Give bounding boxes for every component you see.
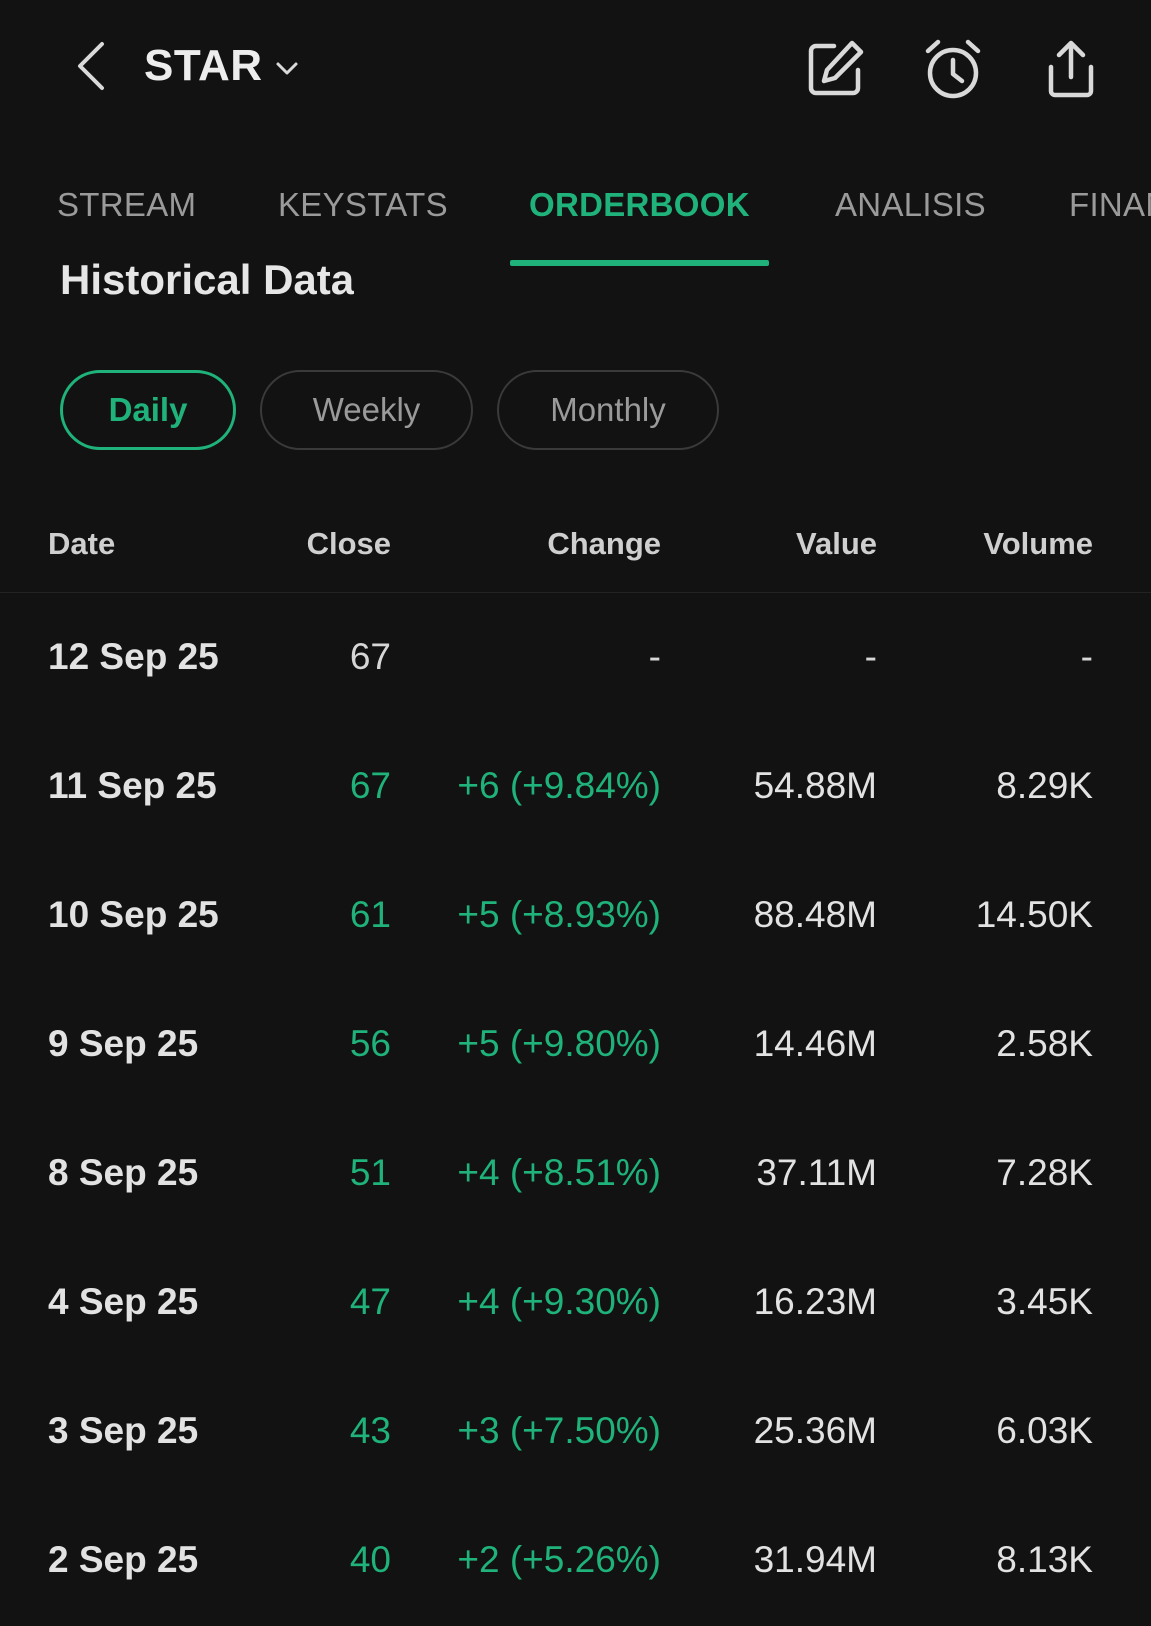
tab-keystats[interactable]: KEYSTATS — [278, 186, 448, 224]
cell-value: 14.46M — [753, 1023, 877, 1064]
cell-date: 3 Sep 25 — [48, 1410, 199, 1451]
cell-close: 56 — [349, 1023, 391, 1064]
cell-value: 31.94M — [753, 1539, 877, 1580]
cell-volume: 3.45K — [996, 1281, 1093, 1322]
chevron-down-icon — [275, 61, 299, 77]
cell-date: 8 Sep 25 — [48, 1152, 199, 1193]
cell-close: 51 — [349, 1152, 391, 1193]
cell-value: - — [864, 636, 877, 677]
table-header: Date Close Change Value Volume — [0, 512, 1151, 593]
tab-analisis[interactable]: ANALISIS — [835, 186, 986, 224]
back-button[interactable] — [68, 38, 114, 94]
cell-volume: 7.28K — [996, 1152, 1093, 1193]
edit-button[interactable] — [800, 34, 870, 104]
cell-volume: 6.03K — [996, 1410, 1093, 1451]
cell-close: 47 — [349, 1281, 391, 1322]
cell-value: 54.88M — [753, 765, 877, 806]
column-header-close: Close — [306, 526, 391, 561]
cell-close: 67 — [349, 636, 391, 677]
alarm-icon — [925, 39, 981, 99]
cell-date: 2 Sep 25 — [48, 1539, 199, 1580]
table-row[interactable]: 4 Sep 25 47 +4 (+9.30%) 16.23M 3.45K — [0, 1239, 1151, 1368]
ticker-symbol: STAR — [144, 41, 263, 90]
cell-date: 12 Sep 25 — [48, 636, 219, 677]
cell-close: 61 — [349, 894, 391, 935]
cell-close: 43 — [349, 1410, 391, 1451]
cell-date: 10 Sep 25 — [48, 894, 219, 935]
cell-volume: 14.50K — [975, 894, 1093, 935]
chevron-left-icon — [78, 42, 104, 90]
column-header-date: Date — [48, 526, 116, 561]
cell-change: +6 (+9.84%) — [457, 765, 661, 806]
cell-change: +5 (+9.80%) — [457, 1023, 661, 1064]
column-header-volume: Volume — [983, 526, 1093, 561]
top-bar: STAR — [0, 0, 1151, 130]
cell-volume: 8.29K — [996, 765, 1093, 806]
historical-data-table: 12 Sep 25 67 - - - 11 Sep 25 67 +6 (+9.8… — [0, 594, 1151, 1626]
cell-value: 88.48M — [753, 894, 877, 935]
table-row[interactable]: 10 Sep 25 61 +5 (+8.93%) 88.48M 14.50K — [0, 852, 1151, 981]
period-weekly-button[interactable]: Weekly — [260, 370, 473, 450]
share-button[interactable] — [1036, 34, 1106, 104]
period-monthly-button[interactable]: Monthly — [497, 370, 719, 450]
table-row[interactable]: 2 Sep 25 40 +2 (+5.26%) 31.94M 8.13K — [0, 1497, 1151, 1626]
cell-volume: 2.58K — [996, 1023, 1093, 1064]
cell-date: 4 Sep 25 — [48, 1281, 199, 1322]
cell-value: 37.11M — [756, 1152, 877, 1193]
edit-icon — [808, 40, 864, 96]
cell-date: 11 Sep 25 — [48, 765, 217, 806]
cell-value: 16.23M — [753, 1281, 877, 1322]
period-daily-button[interactable]: Daily — [60, 370, 236, 450]
alarm-button[interactable] — [918, 34, 988, 104]
share-icon — [1048, 40, 1094, 98]
cell-change: +2 (+5.26%) — [457, 1539, 661, 1580]
cell-change: - — [648, 636, 661, 677]
tab-orderbook[interactable]: ORDERBOOK — [529, 186, 750, 224]
table-row[interactable]: 3 Sep 25 43 +3 (+7.50%) 25.36M 6.03K — [0, 1368, 1151, 1497]
cell-date: 9 Sep 25 — [48, 1023, 199, 1064]
cell-volume: 8.13K — [996, 1539, 1093, 1580]
cell-volume: - — [1080, 636, 1093, 677]
cell-close: 40 — [349, 1539, 391, 1580]
tab-stream[interactable]: STREAM — [57, 186, 196, 224]
table-row[interactable]: 9 Sep 25 56 +5 (+9.80%) 14.46M 2.58K — [0, 981, 1151, 1110]
cell-close: 67 — [349, 765, 391, 806]
cell-change: +4 (+9.30%) — [457, 1281, 661, 1322]
cell-change: +5 (+8.93%) — [457, 894, 661, 935]
cell-value: 25.36M — [753, 1410, 877, 1451]
section-title: Historical Data — [60, 256, 355, 296]
tab-financials[interactable]: FINAN — [1069, 186, 1151, 224]
cell-change: +4 (+8.51%) — [457, 1152, 661, 1193]
column-header-value: Value — [796, 526, 877, 561]
table-row[interactable]: 8 Sep 25 51 +4 (+8.51%) 37.11M 7.28K — [0, 1110, 1151, 1239]
table-row[interactable]: 11 Sep 25 67 +6 (+9.84%) 54.88M 8.29K — [0, 723, 1151, 852]
active-tab-indicator — [510, 260, 769, 266]
ticker-selector[interactable]: STAR — [144, 36, 299, 96]
cell-change: +3 (+7.50%) — [457, 1410, 661, 1451]
column-header-change: Change — [547, 526, 661, 561]
table-row[interactable]: 12 Sep 25 67 - - - — [0, 594, 1151, 723]
